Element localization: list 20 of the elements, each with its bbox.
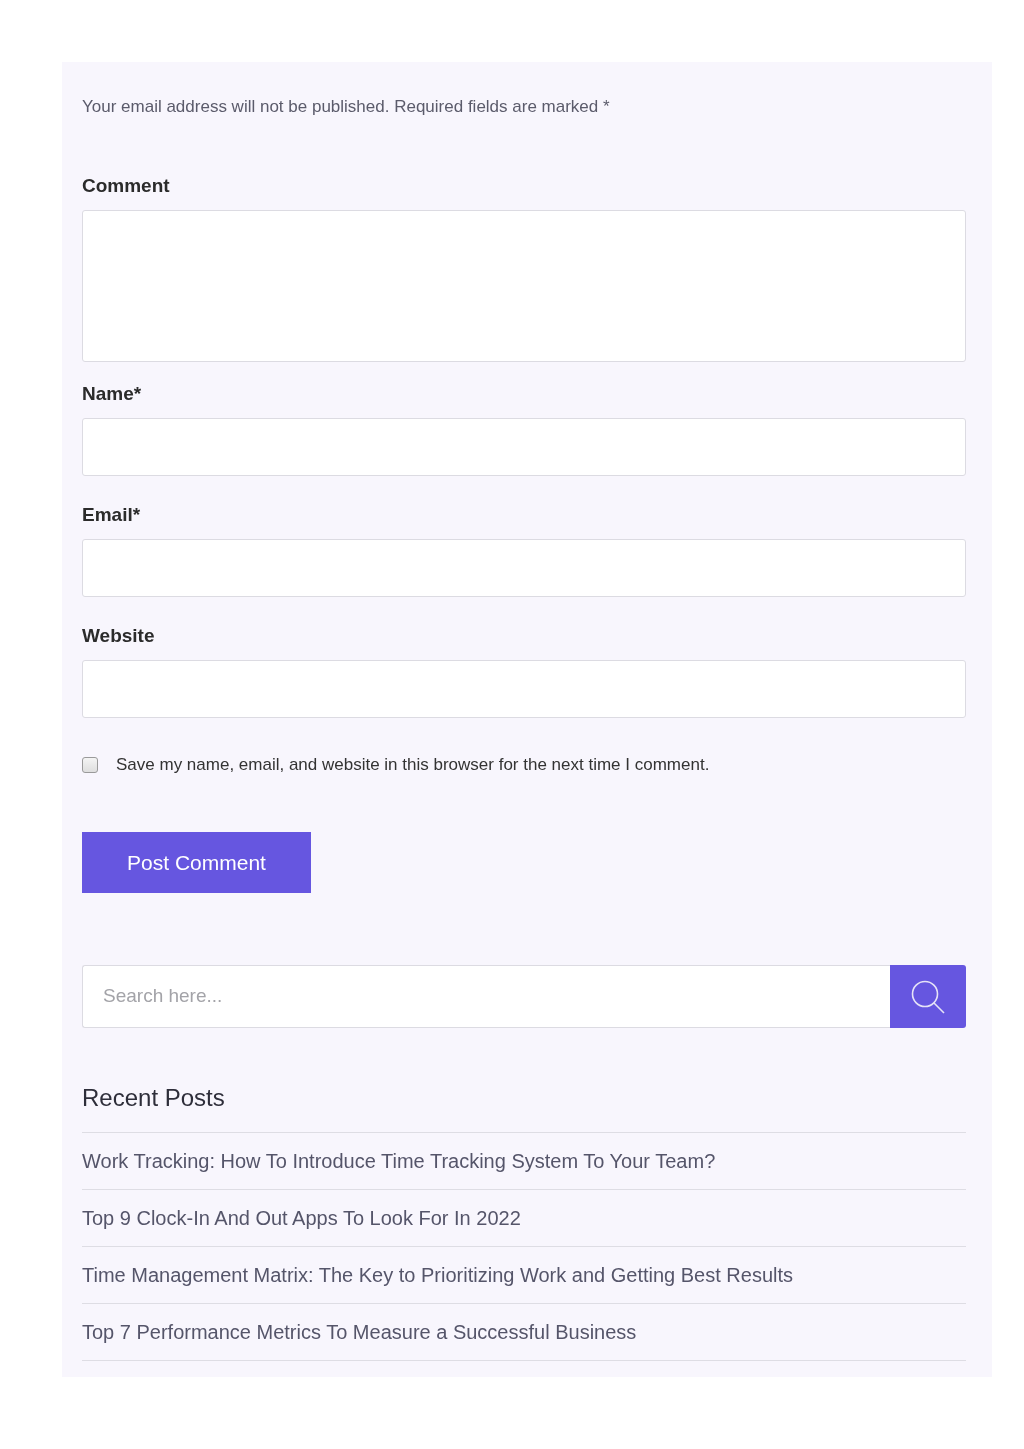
save-info-checkbox[interactable]	[82, 757, 98, 773]
post-link[interactable]: Top 7 Performance Metrics To Measure a Successful Business	[82, 1319, 637, 1345]
field-label: Comment	[82, 174, 171, 198]
search-icon	[911, 979, 945, 1014]
field-label: Email*	[82, 503, 142, 527]
post-link[interactable]: Top 9 Clock-In And Out Apps To Look For In 2022	[82, 1205, 521, 1231]
comment-textarea[interactable]	[82, 210, 966, 362]
recent-posts-heading: Recent Posts	[82, 1083, 226, 1113]
notice-text: Your email address will not be published. Required fields are marked *	[82, 96, 611, 118]
text-input-field[interactable]	[82, 660, 966, 718]
checkbox-label: Save my name, email, and website in this browser for the next time I comment.	[116, 754, 710, 776]
post-link[interactable]: Work Tracking: How To Introduce Time Tracking System To Your Team?	[82, 1148, 716, 1174]
text-input-field[interactable]	[82, 418, 966, 476]
text-input-field[interactable]	[82, 539, 966, 597]
search-button[interactable]	[890, 965, 966, 1028]
search-field[interactable]: Search here...	[82, 965, 890, 1028]
field-label: Website	[82, 624, 156, 648]
post-comment-button[interactable]: Post Comment	[82, 832, 311, 893]
field-label: Name*	[82, 382, 143, 406]
post-link[interactable]: Time Management Matrix: The Key to Prioritizing Work and Getting Best Results	[82, 1262, 794, 1288]
